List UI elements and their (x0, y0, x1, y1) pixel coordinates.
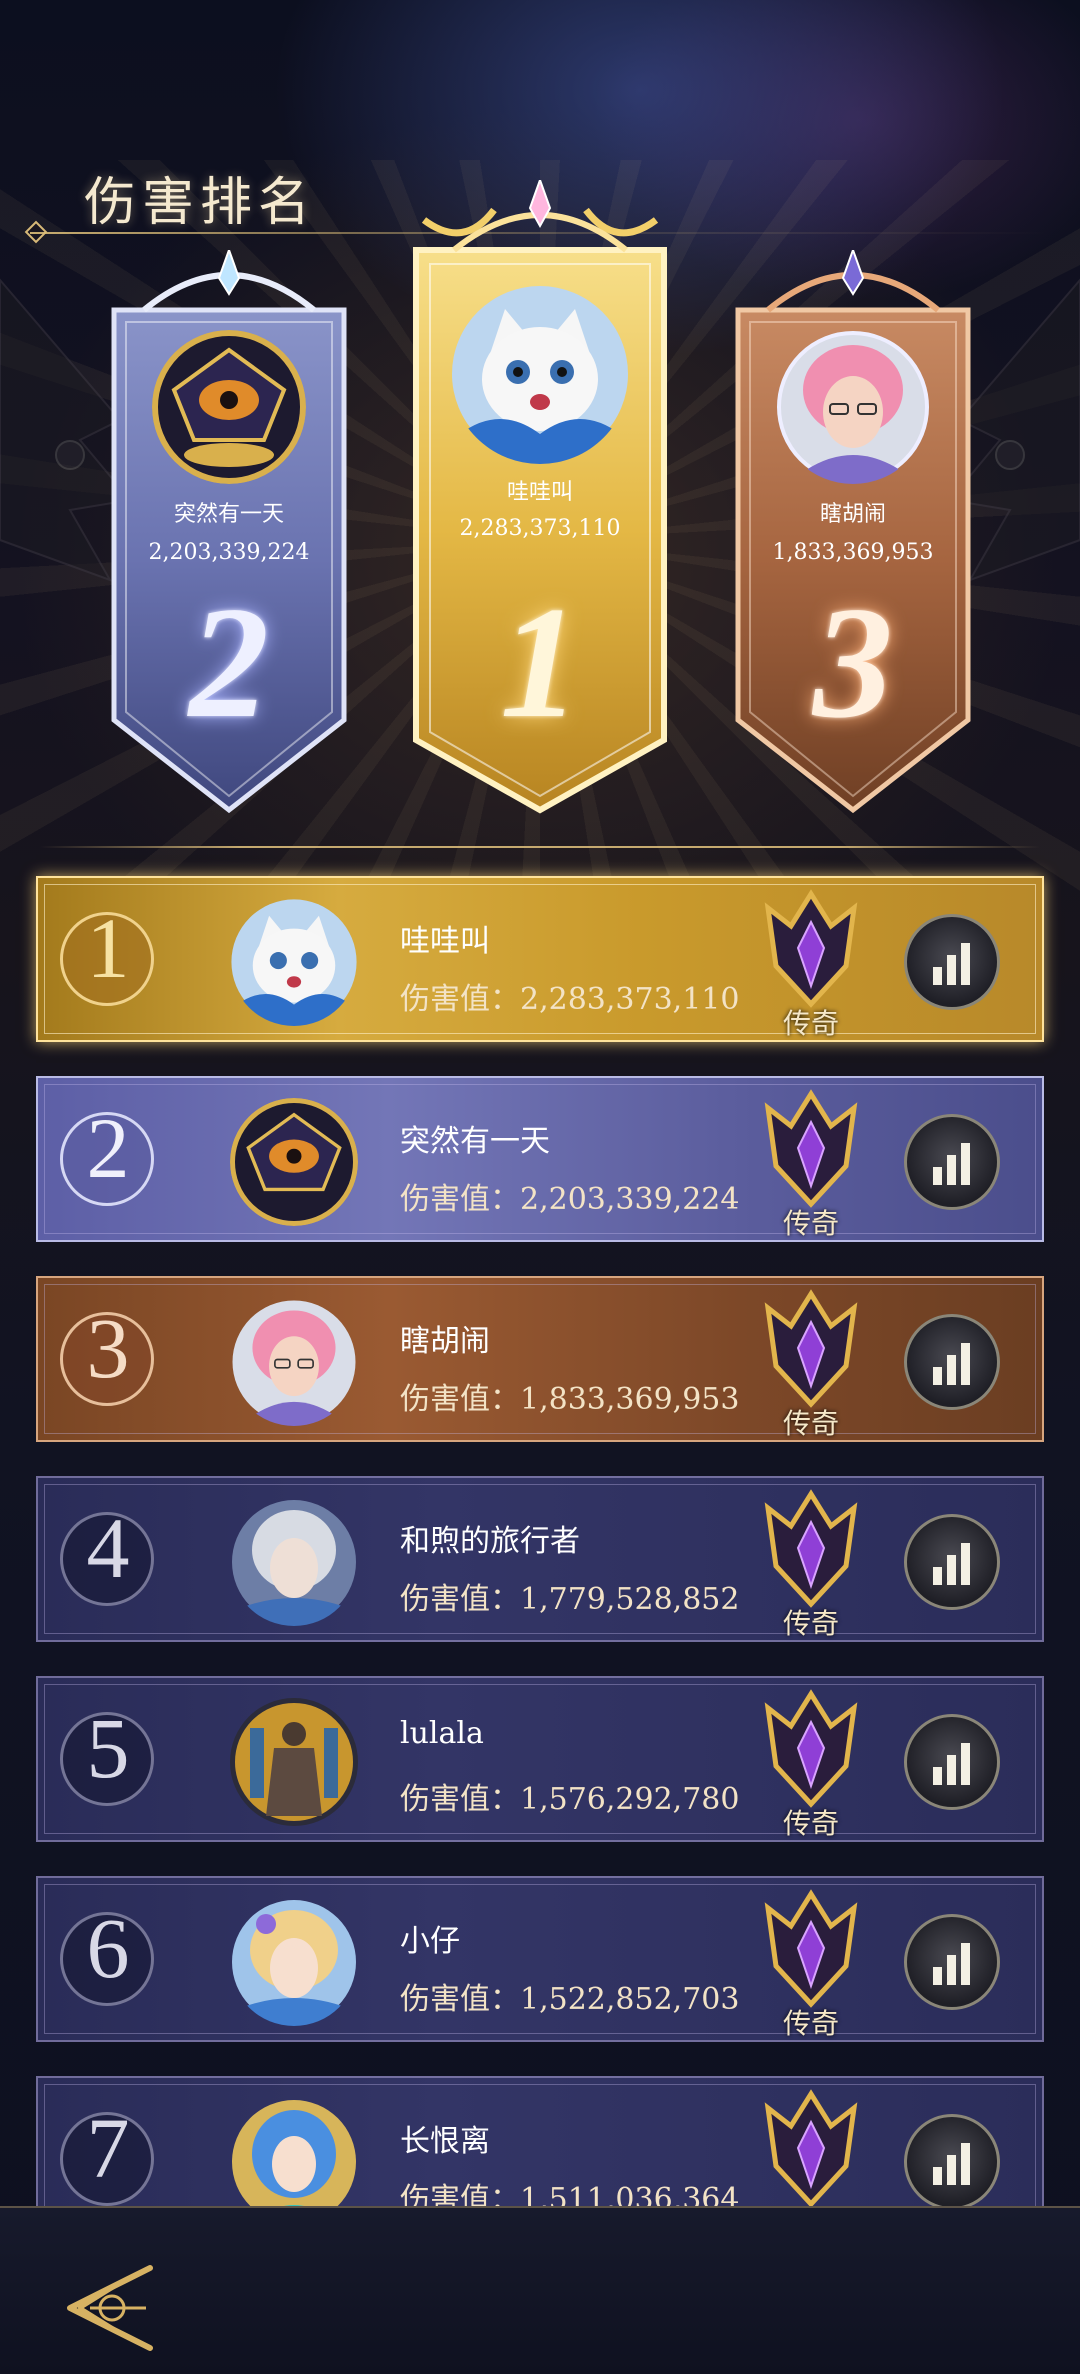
rank-number: 2 (86, 1100, 130, 1196)
list-divider (40, 846, 1040, 848)
podium-name: 瞎胡闹 (819, 502, 886, 527)
tier-label: 传奇 (782, 1407, 839, 1440)
podium-rank-2[interactable]: 突然有一天 2,203,339,224 2 (104, 250, 354, 820)
rank-number: 7 (86, 2100, 130, 2196)
bar-chart-icon (933, 1943, 970, 1985)
table-row[interactable]: 6 小仔 伤害值：1,522,852,703 传奇 (36, 1876, 1044, 2042)
white-cat-avatar-icon (452, 286, 628, 464)
pink-hair-avatar-icon (232, 1300, 356, 1426)
robed-figure-avatar-icon (230, 1698, 358, 1826)
podium-rank-number: 3 (813, 573, 893, 751)
stats-button[interactable] (904, 1514, 1000, 1610)
rank-number: 5 (86, 1700, 130, 1796)
stats-button[interactable] (904, 1114, 1000, 1210)
table-row[interactable]: 1 哇哇叫 伤害值：2,283,373,110 传奇 (36, 876, 1044, 1042)
avatar (776, 330, 930, 484)
avatar (230, 1298, 358, 1426)
rank-number: 6 (86, 1900, 130, 1996)
tier-label: 传奇 (782, 1007, 839, 1040)
tier-label: 传奇 (782, 1607, 839, 1640)
damage-value: 伤害值：1,779,528,852 (400, 1582, 740, 1617)
avatar (230, 1098, 358, 1226)
stats-button[interactable] (904, 1914, 1000, 2010)
podium-rank-1[interactable]: 哇哇叫 2,283,373,110 1 (404, 180, 676, 820)
player-name: 突然有一天 (400, 1124, 550, 1159)
rank-number: 1 (86, 900, 130, 996)
podium-rank-number: 1 (500, 573, 580, 751)
stats-button[interactable] (904, 2114, 1000, 2210)
tier-label: 传奇 (782, 1207, 839, 1240)
bar-chart-icon (933, 1743, 970, 1785)
page-title: 伤害排名 (84, 173, 317, 233)
podium-name: 突然有一天 (173, 502, 284, 527)
damage-value: 伤害值：2,283,373,110 (400, 982, 740, 1017)
tier-label: 传奇 (782, 1807, 839, 1840)
podium-rank-3[interactable]: 瞎胡闹 1,833,369,953 3 (728, 250, 978, 820)
table-row[interactable]: 7 长恨离 伤害值：1,511,036,364 (36, 2076, 1044, 2226)
damage-value: 伤害值：1,576,292,780 (400, 1782, 740, 1817)
damage-value: 伤害值：2,203,339,224 (400, 1182, 740, 1217)
player-name: lulala (400, 1716, 484, 1751)
pink-hair-avatar-icon (777, 331, 929, 484)
table-row[interactable]: 2 突然有一天 伤害值：2,203,339,224 传奇 (36, 1076, 1044, 1242)
table-row[interactable]: 3 瞎胡闹 伤害值：1,833,369,953 传奇 (36, 1276, 1044, 1442)
crest-avatar-icon (230, 1098, 358, 1226)
avatar (230, 1898, 358, 2026)
stats-button[interactable] (904, 1314, 1000, 1410)
player-name: 瞎胡闹 (400, 1324, 490, 1359)
rank-number: 4 (86, 1500, 130, 1596)
podium-rank-number: 2 (189, 573, 269, 751)
bar-chart-icon (933, 1143, 970, 1185)
back-button[interactable] (50, 2258, 160, 2358)
rank-number: 3 (86, 1300, 130, 1396)
avatar (230, 1698, 358, 1826)
player-name: 和煦的旅行者 (400, 1524, 580, 1559)
avatar (450, 284, 630, 464)
bar-chart-icon (933, 943, 970, 985)
bottom-bar (0, 2206, 1080, 2374)
player-name: 哇哇叫 (400, 924, 490, 959)
damage-value: 伤害值：1,833,369,953 (400, 1382, 740, 1417)
damage-value: 伤害值：1,522,852,703 (400, 1982, 740, 2017)
crest-avatar-icon (152, 330, 306, 484)
podium-score: 2,283,373,110 (459, 516, 621, 541)
stats-button[interactable] (904, 1714, 1000, 1810)
avatar (230, 1498, 358, 1626)
table-row[interactable]: 4 和煦的旅行者 伤害值：1,779,528,852 传奇 (36, 1476, 1044, 1642)
avatar (230, 898, 358, 1026)
tier-label: 传奇 (782, 2007, 839, 2040)
avatar (152, 330, 306, 484)
player-name: 小仔 (400, 1924, 460, 1959)
white-cat-avatar-icon (231, 899, 357, 1026)
podium-score: 1,833,369,953 (772, 540, 934, 565)
player-name: 长恨离 (400, 2124, 490, 2159)
back-arrow-icon (67, 2265, 153, 2351)
bar-chart-icon (933, 1343, 970, 1385)
stats-button[interactable] (904, 914, 1000, 1010)
podium-score: 2,203,339,224 (148, 540, 310, 565)
table-row[interactable]: 5 lulala 伤害值：1,576,292,780 传奇 (36, 1676, 1044, 1842)
blonde-avatar-icon (232, 1900, 356, 2026)
podium-name: 哇哇叫 (506, 480, 573, 505)
bar-chart-icon (933, 1543, 970, 1585)
silver-hair-avatar-icon (232, 1500, 356, 1626)
bar-chart-icon (933, 2143, 970, 2185)
